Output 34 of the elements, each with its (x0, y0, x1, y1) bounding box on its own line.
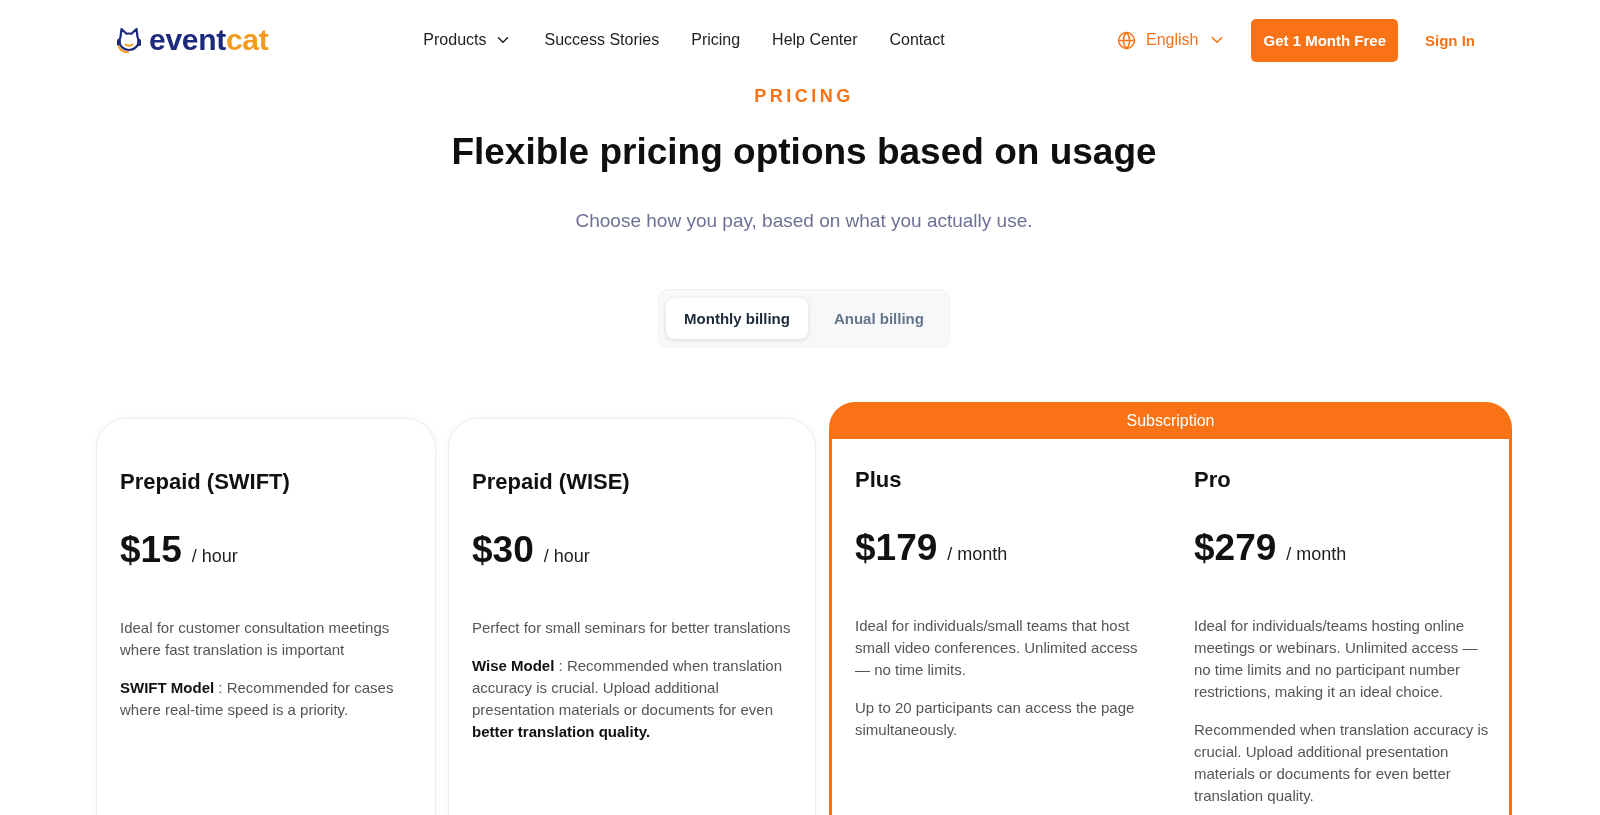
plan-description: Ideal for individuals/small teams that host small video conferences. Unlimited access — no time limits. (855, 616, 1139, 680)
price-unit: / hour (191, 546, 238, 567)
price-unit: / month (947, 544, 1008, 565)
page-heading: Flexible pricing options based on usage (451, 130, 1157, 174)
plan-description: Ideal for individuals/teams hosting online meetings or webinars. Unlimited access — no time limits and no participant number restrictions, making it an ideal choice. (1194, 616, 1479, 702)
price-unit: / hour (543, 546, 590, 567)
logo-wordmark: eventcat (149, 25, 269, 55)
price-unit: / month (1286, 544, 1347, 565)
plan-description: Up to 20 participants can access the page simultaneously. (855, 698, 1136, 740)
nav-link[interactable]: Pricing (691, 30, 741, 50)
nav-link[interactable]: Contact (889, 30, 945, 50)
nav-link[interactable]: Help Center (772, 30, 858, 50)
billing-option[interactable]: Anual billing (815, 298, 942, 339)
plan-price: $279 (1194, 526, 1277, 570)
plan-description: Recommended when translation accuracy is crucial. Upload additional presentation materials or documents for even better translation quality. (1194, 720, 1490, 806)
plan-price: $30 (472, 528, 534, 572)
section-eyebrow: PRICING (754, 85, 854, 108)
plan-price: $15 (120, 528, 182, 572)
nav-link[interactable]: Products (423, 30, 513, 50)
plan-description: Ideal for customer consultation meetings where fast translation is important (120, 618, 391, 660)
plan-description: SWIFT Model : Recommended for cases where real-time speed is a priority. (120, 678, 395, 720)
billing-option[interactable]: Monthly billing (666, 298, 808, 339)
plan-group-label: Subscription (1125, 410, 1216, 431)
plan-name: Prepaid (SWIFT) (120, 468, 291, 496)
plan-description: Perfect for small seminars for better translations (472, 618, 792, 638)
nav-link[interactable]: Success Stories (544, 30, 660, 50)
cat-head-icon (116, 26, 142, 54)
page-subtitle: Choose how you pay, based on what you actually use. (575, 209, 1033, 233)
plan-name: Pro (1194, 466, 1232, 494)
plan-price: $179 (855, 526, 938, 570)
plan-name: Plus (855, 466, 903, 494)
globe-icon (1117, 30, 1136, 50)
plan-description: Wise Model : Recommended when translation accuracy is crucial. Upload additional presentation materials or documents for even better translation quality. (472, 656, 783, 742)
plan-name: Prepaid (WISE) (472, 468, 631, 496)
